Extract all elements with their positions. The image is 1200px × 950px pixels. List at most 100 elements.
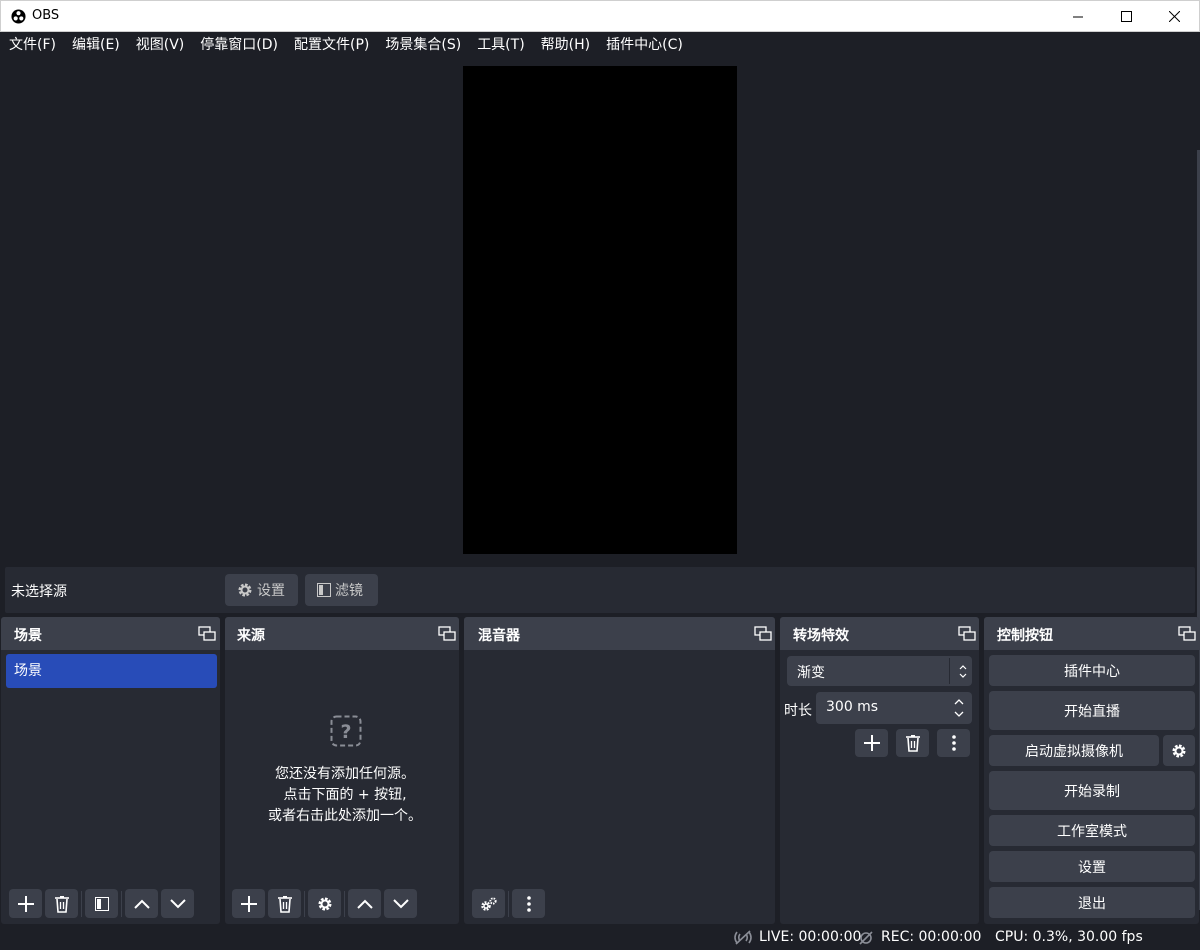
rec-status: REC: 00:00:00 [881, 929, 982, 945]
chevron-down-icon [392, 898, 409, 908]
settings-button[interactable]: 设置 [989, 851, 1195, 882]
source-settings-button[interactable]: 设置 [225, 574, 298, 606]
menu-docks[interactable]: 停靠窗口(D) [192, 32, 286, 58]
source-properties-button[interactable] [308, 889, 341, 918]
trash-icon [54, 895, 69, 913]
exit-button[interactable]: 退出 [989, 887, 1195, 918]
chevron-up-icon [133, 899, 150, 909]
undock-icon[interactable] [438, 626, 456, 642]
controls-dock-title: 控制按钮 [997, 628, 1053, 644]
maximize-button[interactable] [1103, 1, 1149, 32]
cpu-status: CPU: 0.3%, 30.00 fps [995, 929, 1143, 945]
rec-status-icon [859, 931, 873, 945]
undock-icon[interactable] [754, 626, 772, 642]
menu-help[interactable]: 帮助(H) [533, 32, 598, 58]
obs-logo-icon [11, 9, 26, 24]
audio-settings-button[interactable] [472, 889, 505, 918]
remove-transition-button[interactable] [896, 729, 929, 757]
virtual-camera-settings-button[interactable] [1163, 735, 1195, 766]
menu-profile[interactable]: 配置文件(P) [286, 32, 377, 58]
controls-dock: 控制按钮 插件中心 开始直播 启动虚拟摄像机 开始录制 工作室模式 设置 退出 [984, 617, 1199, 924]
gear-icon [238, 583, 252, 597]
start-record-button[interactable]: 开始录制 [989, 771, 1195, 810]
preview-canvas[interactable] [463, 66, 737, 554]
scenes-dock-title: 场景 [14, 628, 42, 644]
maximize-icon [1120, 11, 1132, 22]
chevron-down-icon [169, 898, 186, 908]
undock-icon[interactable] [958, 626, 976, 642]
status-bar: LIVE: 00:00:00 REC: 00:00:00 CPU: 0.3%, … [0, 926, 1200, 950]
transition-select-value: 渐变 [797, 665, 825, 681]
undock-icon[interactable] [1178, 626, 1196, 642]
filter-icon [94, 896, 109, 911]
sources-dock: 来源 ? 您还没有添加任何源。 点击下面的 + 按钮, 或者右击此处添加一个。 [225, 617, 459, 924]
spin-down-icon[interactable] [954, 710, 964, 718]
chevron-up-icon [356, 899, 373, 909]
more-vertical-icon [526, 895, 531, 912]
transitions-dock-title: 转场特效 [793, 628, 849, 644]
source-filters-label: 滤镜 [335, 583, 363, 599]
menu-view[interactable]: 视图(V) [128, 32, 193, 58]
close-button[interactable] [1151, 1, 1197, 32]
toolbar-separator [121, 890, 122, 917]
source-toolbar [5, 567, 1195, 613]
source-settings-label: 设置 [257, 583, 285, 599]
menu-bar: 文件(F) 编辑(E) 视图(V) 停靠窗口(D) 配置文件(P) 场景集合(S… [0, 32, 1200, 58]
scene-list-item[interactable]: 场景 [6, 654, 217, 688]
svg-text:?: ? [340, 721, 351, 743]
menu-scene-collection[interactable]: 场景集合(S) [377, 32, 469, 58]
transition-select[interactable]: 渐变 [787, 656, 972, 686]
plus-icon [240, 895, 257, 912]
spin-up-icon[interactable] [954, 698, 964, 706]
filter-icon [317, 583, 331, 597]
close-icon [1168, 11, 1180, 22]
menu-edit[interactable]: 编辑(E) [64, 32, 128, 58]
plugin-center-button[interactable]: 插件中心 [989, 655, 1195, 686]
remove-source-button[interactable] [268, 889, 301, 918]
scene-filters-button[interactable] [85, 889, 118, 918]
add-source-button[interactable] [232, 889, 265, 918]
mixer-menu-button[interactable] [512, 889, 545, 918]
no-source-label: 未选择源 [11, 584, 67, 600]
sources-dock-title: 来源 [237, 628, 265, 644]
gears-icon [480, 896, 497, 911]
question-icon: ? [330, 715, 362, 747]
minimize-icon [1073, 16, 1083, 17]
toolbar-separator [508, 890, 509, 917]
updown-arrows-icon [959, 665, 967, 678]
gear-icon [318, 897, 331, 910]
empty-line-1: 您还没有添加任何源。 [275, 766, 415, 782]
start-virtual-camera-button[interactable]: 启动虚拟摄像机 [989, 735, 1159, 766]
live-status: LIVE: 00:00:00 [759, 929, 862, 945]
move-source-down-button[interactable] [384, 889, 417, 918]
move-scene-up-button[interactable] [125, 889, 158, 918]
add-transition-button[interactable] [855, 729, 888, 757]
start-stream-button[interactable]: 开始直播 [989, 691, 1195, 730]
trash-icon [905, 735, 920, 752]
studio-mode-button[interactable]: 工作室模式 [989, 815, 1195, 846]
mixer-dock: 混音器 [464, 617, 775, 924]
scenes-dock: 场景 场景 [1, 617, 220, 924]
menu-plugin-center[interactable]: 插件中心(C) [598, 32, 691, 58]
transition-menu-button[interactable] [937, 729, 970, 757]
plus-icon [863, 735, 880, 751]
title-bar: OBS [0, 0, 1200, 32]
menu-tools[interactable]: 工具(T) [469, 32, 532, 58]
move-scene-down-button[interactable] [161, 889, 194, 918]
menu-file[interactable]: 文件(F) [1, 32, 64, 58]
toolbar-separator [304, 890, 305, 917]
duration-value: 300 ms [826, 699, 879, 715]
duration-spinbox[interactable]: 300 ms [816, 692, 972, 724]
transitions-dock: 转场特效 渐变 时长 300 ms [780, 617, 979, 924]
empty-line-3: 或者右击此处添加一个。 [268, 808, 422, 824]
move-source-up-button[interactable] [348, 889, 381, 918]
toolbar-separator [344, 890, 345, 917]
live-signal-icon [734, 930, 752, 945]
undock-icon[interactable] [198, 626, 216, 642]
trash-icon [277, 895, 292, 913]
minimize-button[interactable] [1055, 1, 1101, 32]
remove-scene-button[interactable] [45, 889, 78, 918]
empty-line-2: 点击下面的 + 按钮, [283, 787, 407, 803]
add-scene-button[interactable] [9, 889, 42, 918]
source-filters-button[interactable]: 滤镜 [305, 574, 378, 606]
